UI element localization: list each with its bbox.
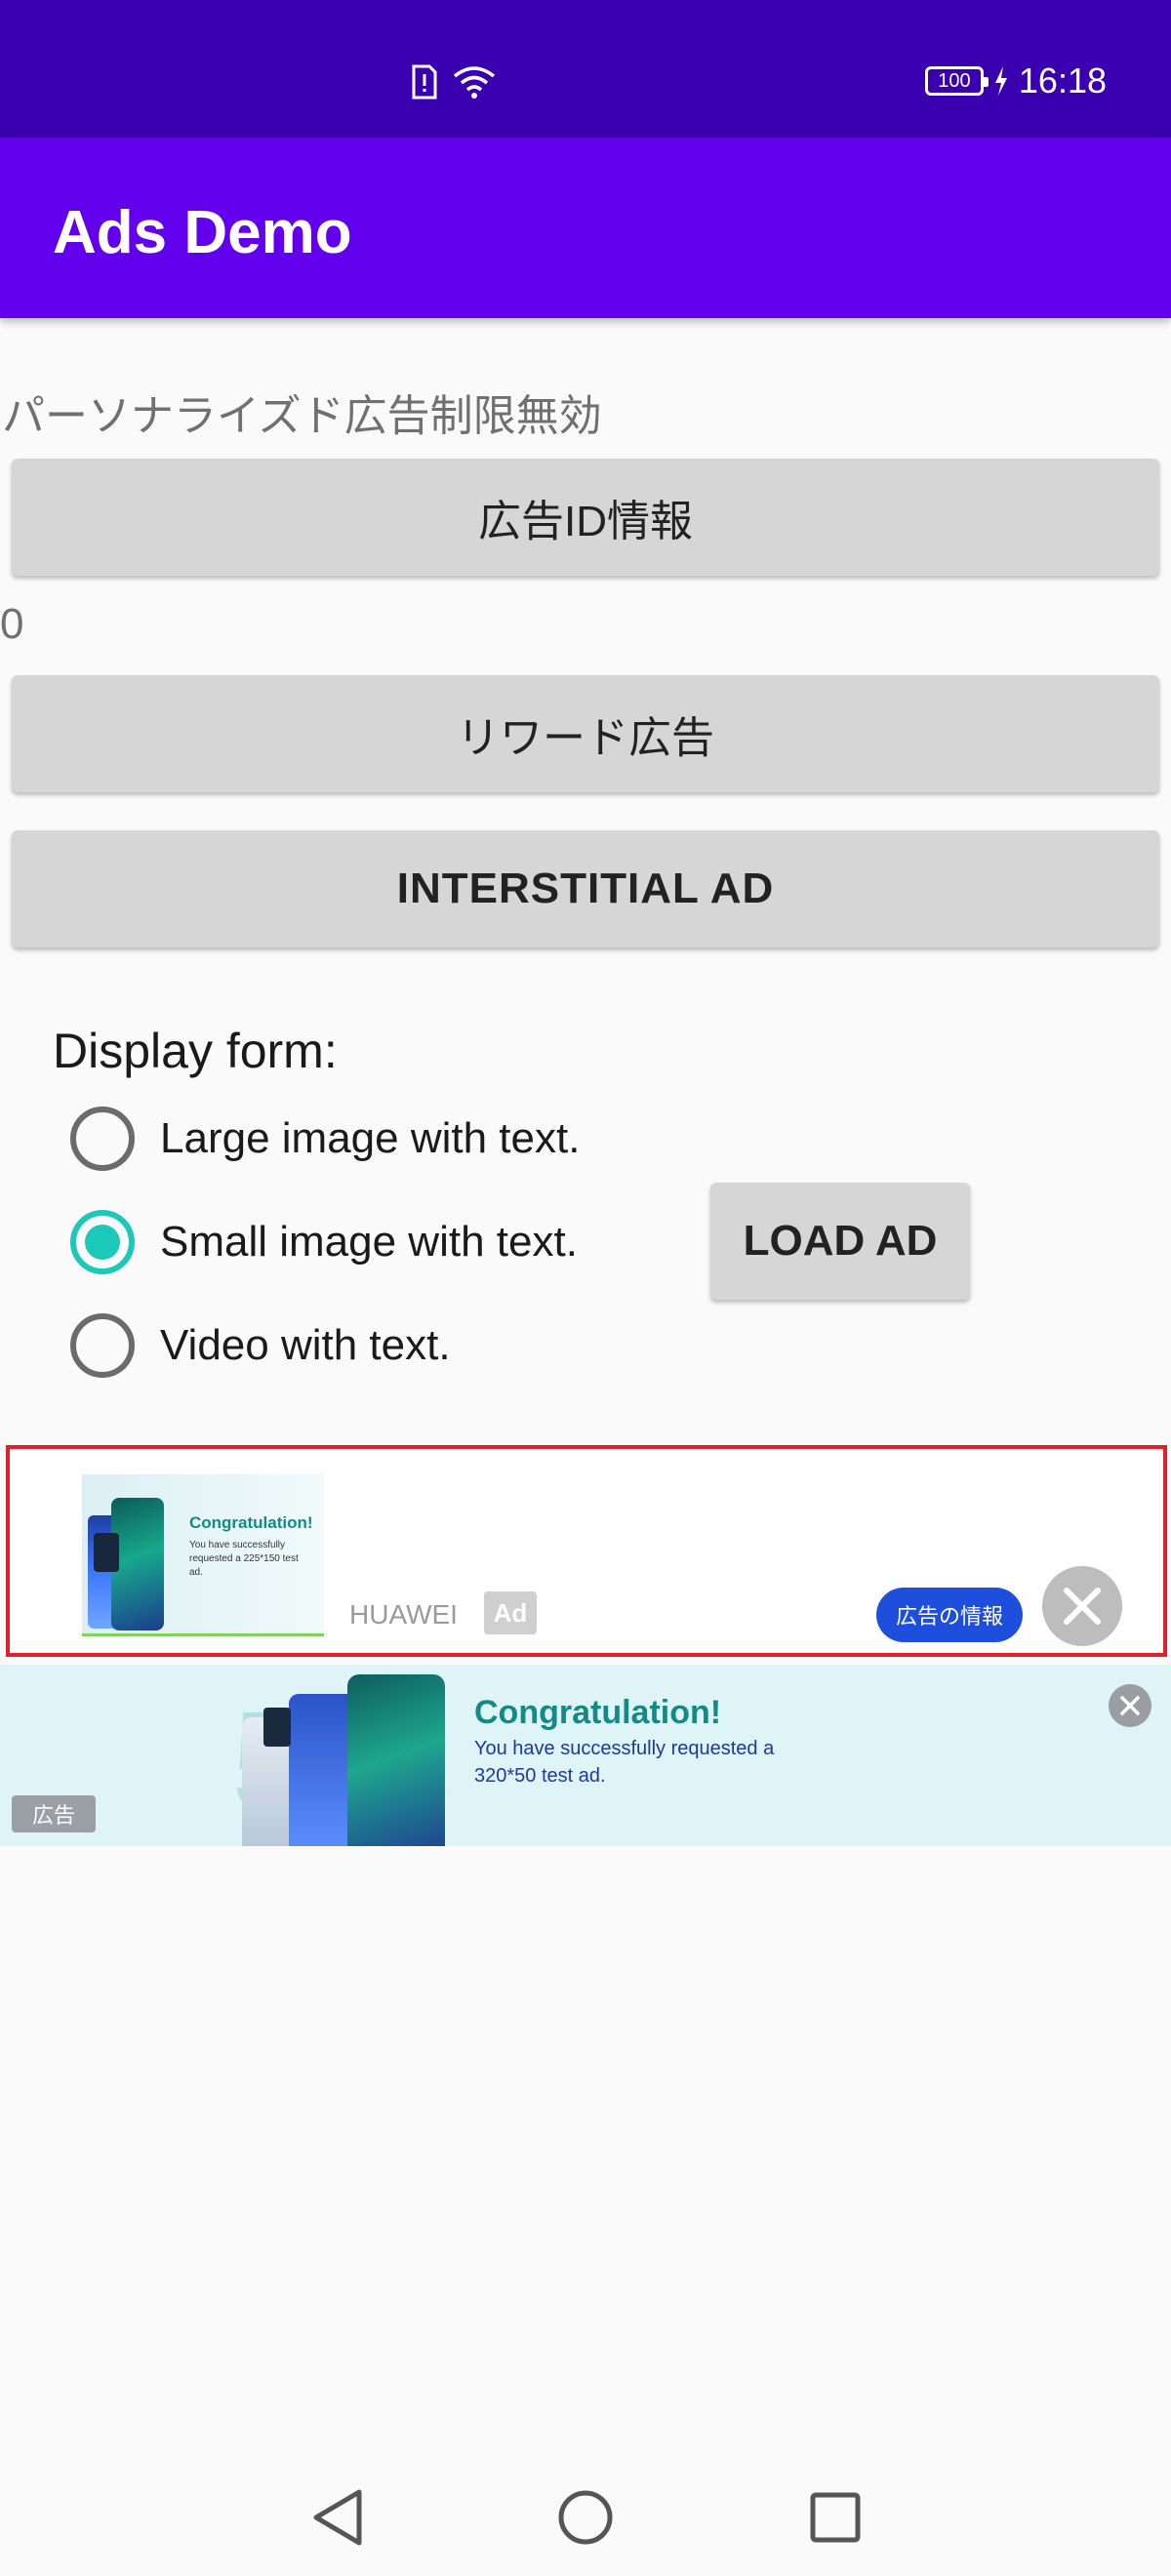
phone-camera: [94, 1533, 119, 1572]
charging-icon: [994, 66, 1007, 96]
battery-icon: 100: [924, 66, 989, 96]
interstitial-ad-button[interactable]: INTERSTITIAL AD: [12, 830, 1159, 947]
radio-button-selected[interactable]: [70, 1210, 135, 1274]
back-icon: [313, 2489, 362, 2546]
close-icon: [1064, 1588, 1101, 1625]
phone-camera: [263, 1708, 291, 1747]
banner-text: You have successfully requested a 320*50…: [474, 1738, 775, 1787]
radio-large-image[interactable]: Large image with text.: [70, 1107, 580, 1171]
ad-brand: HUAWEI: [349, 1599, 458, 1630]
home-icon: [558, 2490, 613, 2545]
phone-image: [111, 1498, 164, 1630]
banner-ad[interactable]: 5G Congratulation! You have successfully…: [0, 1665, 1171, 1846]
banner-ad-badge: 広告: [12, 1795, 96, 1832]
app-bar: Ads Demo: [0, 138, 1171, 318]
battery-level: 100: [938, 69, 971, 92]
status-bar: 100 16:18: [0, 0, 1171, 138]
ad-image-text: You have successfully requested a 225*15…: [189, 1540, 299, 1578]
radio-label: Small image with text.: [160, 1218, 578, 1266]
radio-label: Video with text.: [160, 1321, 451, 1369]
sim-alert-icon: [412, 64, 437, 100]
reward-count: 0: [0, 600, 24, 648]
banner-close-button[interactable]: [1109, 1684, 1151, 1727]
home-button[interactable]: [546, 2478, 625, 2556]
radio-button[interactable]: [70, 1107, 135, 1171]
display-form-label: Display form:: [53, 1024, 338, 1078]
radio-video[interactable]: Video with text.: [70, 1313, 451, 1378]
reward-ad-button[interactable]: リワード広告: [12, 675, 1159, 792]
ad-close-button[interactable]: [1042, 1566, 1122, 1646]
radio-small-image[interactable]: Small image with text.: [70, 1210, 578, 1274]
radio-label: Large image with text.: [160, 1114, 581, 1162]
phone-image: [347, 1674, 445, 1846]
native-ad[interactable]: Congratulation! You have successfully re…: [6, 1445, 1167, 1657]
recents-icon: [810, 2492, 861, 2543]
status-icons-right: 100 16:18: [924, 60, 1107, 101]
ad-image[interactable]: Congratulation! You have successfully re…: [82, 1474, 324, 1636]
radio-button[interactable]: [70, 1313, 135, 1378]
load-ad-button[interactable]: LOAD AD: [710, 1183, 970, 1300]
ad-info-button[interactable]: 広告の情報: [876, 1588, 1023, 1642]
back-button[interactable]: [299, 2478, 377, 2556]
status-icons-center: [410, 64, 496, 100]
status-time: 16:18: [1018, 60, 1107, 101]
wifi-icon: [453, 66, 496, 99]
ad-id-info-button[interactable]: 広告ID情報: [12, 459, 1159, 576]
app-title: Ads Demo: [53, 199, 352, 266]
ad-image-title: Congratulation!: [189, 1513, 313, 1532]
personalized-ad-status: パーソナライズド広告制限無効: [2, 391, 602, 441]
close-icon: [1120, 1696, 1140, 1715]
banner-title: Congratulation!: [474, 1694, 722, 1731]
ad-badge: Ad: [484, 1591, 537, 1634]
recents-button[interactable]: [796, 2478, 874, 2556]
navigation-bar: [0, 2459, 1171, 2576]
